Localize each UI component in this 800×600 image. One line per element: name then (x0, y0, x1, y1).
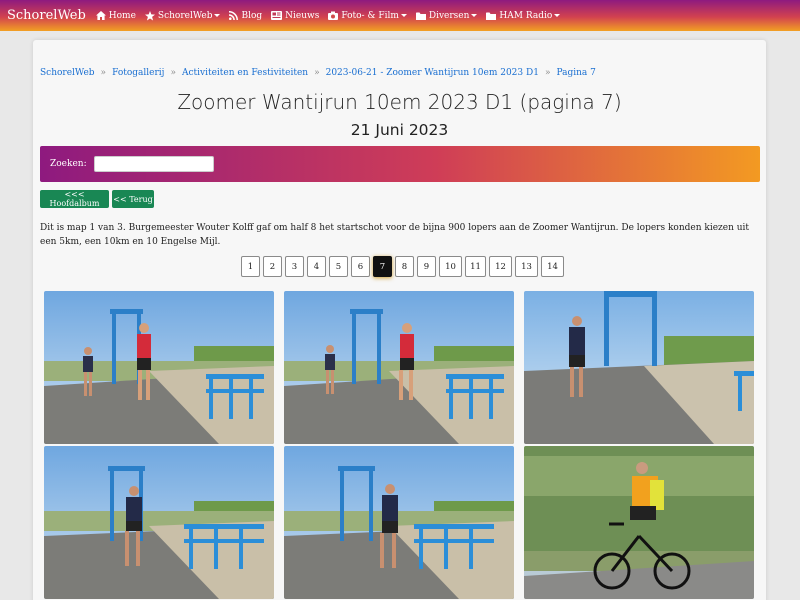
page-link[interactable]: 14 (541, 256, 564, 277)
newspaper-icon (271, 11, 283, 20)
nav-home[interactable]: Home (95, 11, 136, 21)
breadcrumb-link-album[interactable]: 2023-06-21 - Zoomer Wantijrun 10em 2023 … (326, 68, 539, 78)
gallery-photo[interactable] (524, 446, 754, 599)
page-link[interactable]: 3 (285, 256, 304, 277)
brand-link[interactable]: SchorelWeb (7, 8, 86, 23)
breadcrumb-link-activiteiten[interactable]: Activiteiten en Festiviteiten (182, 68, 308, 78)
page-link[interactable]: 9 (417, 256, 436, 277)
gallery-photo[interactable] (44, 446, 274, 599)
hoofdalbum-button[interactable]: <<< Hoofdalbum (40, 190, 109, 208)
search-input[interactable] (93, 156, 214, 172)
page-link[interactable]: 4 (307, 256, 326, 277)
gallery-photo[interactable] (284, 446, 514, 599)
nav-foto-film-dropdown[interactable]: Foto- & Film (328, 11, 407, 21)
page-link[interactable]: 13 (515, 256, 538, 277)
caret-down-icon (471, 14, 478, 17)
page-link-current[interactable]: 7 (373, 256, 392, 277)
folder-icon (415, 12, 426, 20)
nav-blog[interactable]: Blog (229, 11, 262, 21)
search-label: Zoeken: (50, 159, 87, 169)
page-link[interactable]: 12 (489, 256, 512, 277)
caret-down-icon (214, 14, 221, 17)
breadcrumb-link-home[interactable]: SchorelWeb (40, 68, 95, 78)
page-subtitle: 21 Juni 2023 (350, 121, 449, 139)
nav-ham-radio-dropdown[interactable]: HAM Radio (486, 11, 561, 21)
breadcrumb-link-page[interactable]: Pagina 7 (556, 68, 595, 78)
top-navbar: SchorelWeb Home SchorelWeb Blog Nieuws F… (0, 0, 800, 31)
nav-schorelweb-dropdown[interactable]: SchorelWeb (144, 10, 221, 21)
breadcrumb-separator: » (170, 68, 176, 78)
pagination: 1 2 3 4 5 6 7 8 9 10 11 12 13 14 (241, 256, 567, 277)
gallery-photo[interactable] (284, 291, 514, 444)
page-title: Zoomer Wantijrun 10em 2023 D1 (pagina 7) (177, 90, 622, 114)
nav-diversen-dropdown[interactable]: Diversen (415, 11, 478, 21)
camera-icon (328, 11, 339, 20)
breadcrumb-separator: » (544, 68, 551, 78)
caret-down-icon (554, 14, 561, 17)
page-link[interactable]: 5 (329, 256, 348, 277)
star-icon (144, 10, 155, 21)
page-link[interactable]: 6 (351, 256, 370, 277)
gallery-photo[interactable] (524, 291, 754, 444)
nav-nieuws[interactable]: Nieuws (271, 11, 319, 21)
gallery-photo[interactable] (44, 291, 274, 444)
album-description: Dit is map 1 van 3. Burgemeester Wouter … (40, 223, 750, 247)
caret-down-icon (400, 14, 407, 17)
page-link[interactable]: 1 (241, 256, 260, 277)
page-link[interactable]: 2 (263, 256, 282, 277)
breadcrumb: SchorelWeb » Fotogallerij » Activiteiten en … (40, 68, 596, 78)
page-link[interactable]: 11 (465, 256, 486, 277)
page-link[interactable]: 10 (439, 256, 462, 277)
back-button[interactable]: << Terug (112, 190, 154, 208)
breadcrumb-link-fotogallerij[interactable]: Fotogallerij (112, 68, 164, 78)
rss-icon (229, 11, 239, 20)
home-icon (95, 11, 106, 20)
search-bar: Zoeken: (40, 146, 760, 182)
folder-icon (486, 12, 497, 20)
breadcrumb-separator: » (100, 68, 107, 78)
page-link[interactable]: 8 (395, 256, 414, 277)
breadcrumb-separator: » (314, 68, 320, 78)
